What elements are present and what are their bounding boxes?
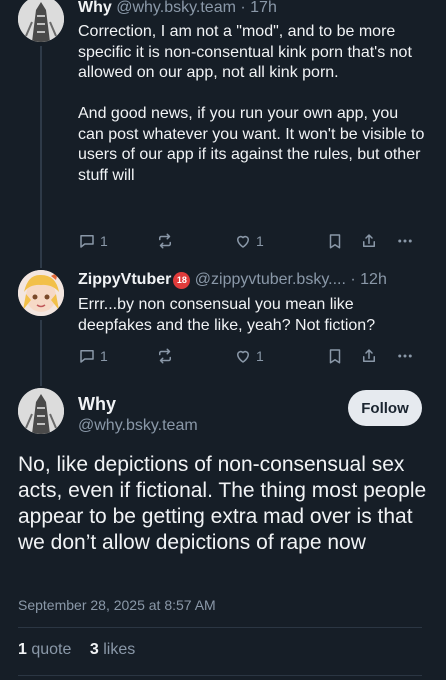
author-handle[interactable]: @why.bsky.team xyxy=(78,417,198,434)
avatar[interactable] xyxy=(18,388,64,434)
engagement-stats: 1 quote 3 likes xyxy=(18,641,135,659)
author-name[interactable]: Why xyxy=(78,394,116,414)
like-count: 3 xyxy=(89,641,99,658)
main-post: Why @why.bsky.team Follow No, like depic… xyxy=(0,0,446,680)
divider xyxy=(18,627,422,628)
post-timestamp[interactable]: September 28, 2025 at 8:57 AM xyxy=(18,597,216,613)
main-post-text: No, like depictions of non-consensual se… xyxy=(18,453,427,554)
avatar-image xyxy=(18,388,64,434)
follow-button[interactable]: Follow xyxy=(348,390,422,426)
quotes-stat[interactable]: 1 quote xyxy=(18,641,71,658)
divider xyxy=(18,675,422,676)
quote-label: quote xyxy=(31,641,72,658)
quote-count: 1 xyxy=(18,641,27,658)
likes-stat[interactable]: 3 likes xyxy=(90,641,135,658)
likes-label: likes xyxy=(103,641,136,658)
